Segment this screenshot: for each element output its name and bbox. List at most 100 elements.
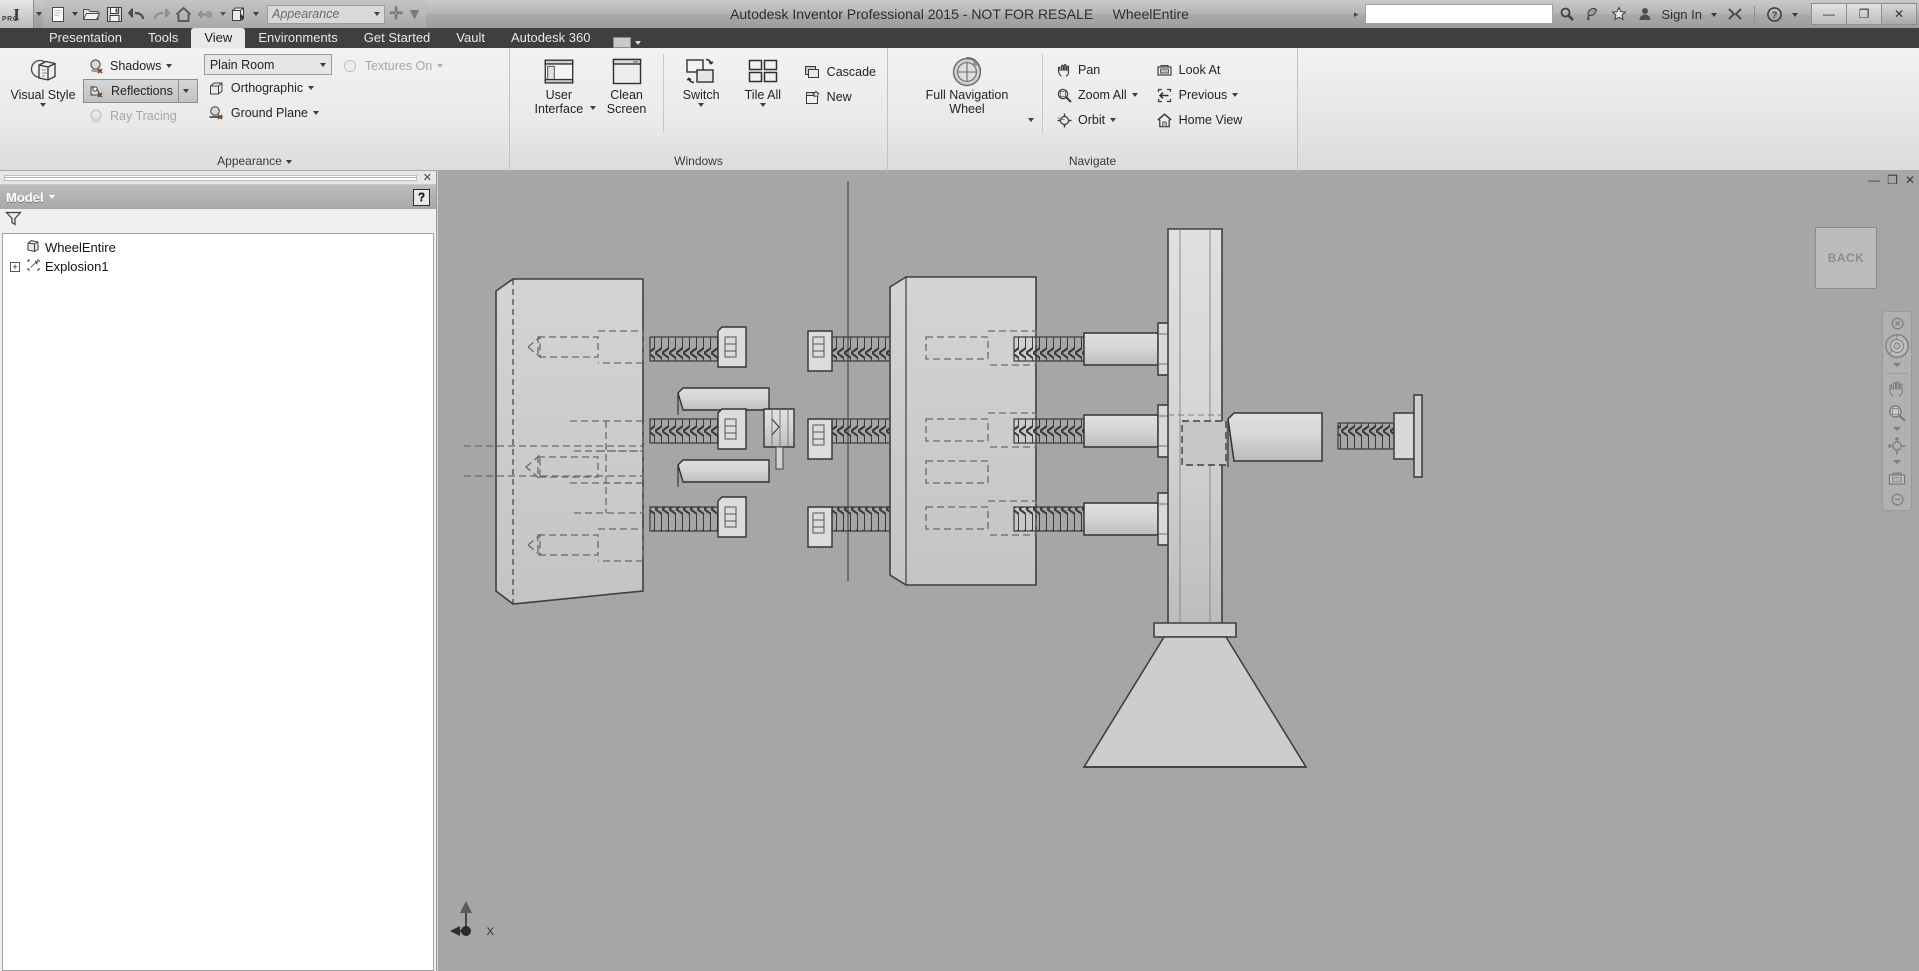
app-menu-caret[interactable] [34, 2, 43, 26]
ribbon-panel-appearance: Visual Style Shadows Reflections Ray Tra… [0, 48, 510, 171]
clean-screen-button[interactable]: Clean Screen [596, 54, 658, 116]
new-file-caret[interactable] [70, 2, 79, 26]
application-menu-button[interactable]: I PRO [0, 0, 34, 28]
communication-center-icon[interactable] [1581, 2, 1605, 26]
minimize-button[interactable]: — [1811, 3, 1847, 25]
browser-header-left[interactable]: Model [6, 190, 55, 205]
doc-minimize-button[interactable]: — [1868, 173, 1880, 187]
previous-view-button[interactable]: Previous [1152, 83, 1247, 107]
orthographic-button[interactable]: Orthographic [204, 76, 332, 100]
zoom-all-button[interactable]: Zoom All [1051, 83, 1142, 107]
autodesk-exchange-icon[interactable] [1723, 2, 1747, 26]
tab-overflow[interactable] [603, 37, 651, 48]
navbar-pan-hand-icon[interactable] [1884, 378, 1910, 400]
switch-windows-button[interactable]: Switch [670, 54, 732, 107]
restore-button[interactable]: ❐ [1846, 3, 1882, 25]
tab-presentation[interactable]: Presentation [36, 28, 135, 48]
reflections-button[interactable]: Reflections [83, 79, 198, 103]
sign-in-caret-icon[interactable] [1707, 9, 1721, 19]
panel-title-navigate-label: Navigate [1068, 154, 1117, 168]
panel-title-navigate: Navigate [888, 152, 1297, 171]
user-interface-button[interactable]: User Interface [528, 54, 590, 116]
search-expand-icon[interactable]: ▸ [1350, 9, 1363, 20]
lighting-style-dropdown[interactable]: Plain Room [203, 54, 332, 75]
tree-expander-explosion1[interactable]: + [8, 261, 22, 272]
look-at-button[interactable]: Look At [1152, 58, 1247, 82]
expand-plus-icon[interactable]: + [10, 261, 20, 272]
navbar-zoom-caret-icon [1893, 427, 1901, 431]
search-input[interactable] [1364, 4, 1553, 24]
pan-label: Pan [1078, 63, 1101, 77]
new-window-button[interactable]: New [800, 85, 880, 109]
tab-environments[interactable]: Environments [245, 28, 350, 48]
appearance-dropdown[interactable]: Appearance [267, 4, 385, 24]
model-tree[interactable]: WheelEntire + Explosion1 [2, 233, 434, 971]
new-file-button[interactable] [47, 2, 69, 26]
doc-close-button[interactable]: ✕ [1905, 173, 1915, 187]
navbar-orbit-icon[interactable] [1884, 435, 1910, 457]
full-navigation-wheel-button[interactable]: Full Navigation Wheel [908, 54, 1026, 116]
graphics-viewport[interactable]: — ❐ ✕ BACK X [438, 171, 1919, 971]
navbar-zoom-icon[interactable] [1884, 402, 1910, 424]
ribbon: Visual Style Shadows Reflections Ray Tra… [0, 48, 1919, 171]
sign-in-button[interactable]: Sign In [1659, 7, 1705, 22]
navbar-navigation-wheel-icon[interactable] [1884, 332, 1910, 360]
pan-button[interactable]: Pan [1051, 58, 1142, 82]
appearance-box-icon[interactable] [228, 2, 250, 26]
navbar-options-icon[interactable] [1884, 492, 1910, 506]
view-cube[interactable]: BACK [1815, 227, 1877, 289]
shadows-button[interactable]: Shadows [83, 54, 198, 78]
tab-view[interactable]: View [191, 28, 246, 48]
appearance-box-caret[interactable] [251, 2, 260, 26]
new-window-icon [804, 88, 822, 106]
switch-windows-icon [684, 56, 718, 88]
browser-title-grip[interactable]: ✕ [0, 171, 436, 185]
home-view-button[interactable]: Home View [1152, 108, 1247, 132]
close-button[interactable]: ✕ [1881, 3, 1917, 25]
user-interface-label-1: User [545, 88, 573, 102]
textures-on-label: Textures On [364, 59, 433, 73]
windows-panel-divider [663, 54, 665, 132]
doc-restore-button[interactable]: ❐ [1887, 173, 1898, 187]
full-navigation-wheel-caret-icon [1028, 118, 1034, 122]
tree-node-explosion1[interactable]: + Explosion1 [6, 257, 430, 276]
panel-title-appearance-label: Appearance [217, 154, 282, 168]
open-file-button[interactable] [80, 2, 102, 26]
reflections-split-caret[interactable] [177, 80, 193, 102]
visual-style-icon [26, 56, 60, 88]
qat-customize-add-icon[interactable]: ✛ [386, 4, 406, 24]
favorites-star-icon[interactable] [1607, 2, 1631, 26]
panel-title-appearance[interactable]: Appearance [0, 152, 509, 171]
browser-help-icon[interactable]: ? [413, 188, 430, 206]
tab-vault[interactable]: Vault [443, 28, 498, 48]
home-button[interactable] [172, 2, 194, 26]
cascade-button[interactable]: Cascade [800, 60, 880, 84]
help-caret-icon[interactable] [1788, 9, 1802, 19]
return-caret[interactable] [218, 2, 227, 26]
navbar-close-icon[interactable] [1884, 316, 1910, 330]
ground-plane-button[interactable]: Ground Plane [204, 101, 332, 125]
tab-tools[interactable]: Tools [135, 28, 191, 48]
redo-button[interactable] [149, 2, 171, 26]
navbar-look-at-icon[interactable] [1884, 468, 1910, 490]
qat-customize-menu-icon[interactable]: ▾ [407, 4, 422, 24]
help-icon[interactable]: ? [1762, 2, 1786, 26]
tile-all-button[interactable]: Tile All [732, 54, 794, 107]
user-account-icon[interactable] [1633, 2, 1657, 26]
return-button[interactable] [195, 2, 217, 26]
cap-screw-6 [807, 506, 899, 548]
orbit-button[interactable]: Orbit [1051, 108, 1142, 132]
tree-node-wheelentire[interactable]: WheelEntire [6, 238, 430, 257]
panel-title-windows: Windows [510, 152, 887, 171]
navigation-bar [1882, 311, 1912, 511]
undo-button[interactable] [126, 2, 148, 26]
ray-tracing-button: Ray Tracing [83, 104, 198, 128]
search-icon[interactable] [1555, 2, 1579, 26]
filter-icon[interactable] [5, 211, 22, 229]
visual-style-button[interactable]: Visual Style [7, 54, 79, 107]
tab-autodesk-360[interactable]: Autodesk 360 [498, 28, 604, 48]
browser-close-icon[interactable]: ✕ [417, 171, 432, 184]
tab-get-started[interactable]: Get Started [351, 28, 443, 48]
part-cap-screw-group-2 [807, 330, 899, 548]
save-button[interactable] [103, 2, 125, 26]
